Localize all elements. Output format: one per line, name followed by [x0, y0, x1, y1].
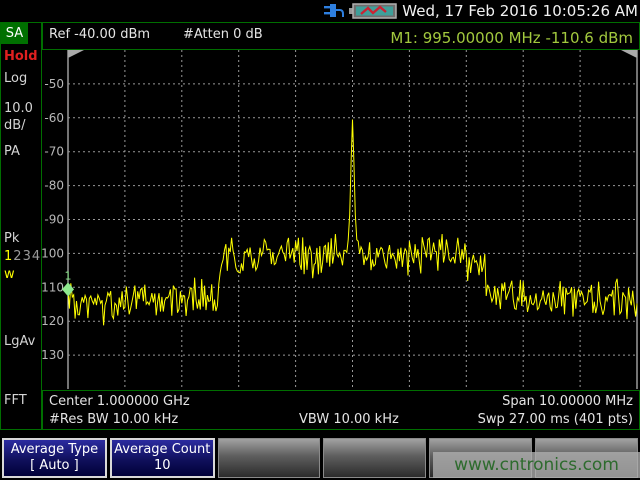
average-type-label: LgAv — [4, 334, 35, 349]
status-bar: Wed, 17 Feb 2016 10:05:26 AM — [0, 0, 640, 22]
trace-3-indicator: 3 — [23, 249, 32, 264]
marker-readout: M1: 995.00000 MHz -110.6 dBm — [390, 29, 633, 47]
center-frequency-label: Center 1.000000 GHz — [49, 394, 190, 409]
video-bw-label: VBW 10.00 kHz — [299, 412, 399, 427]
trace-numbers: 1234 — [4, 249, 41, 264]
y-axis-tick-label: -110 — [42, 280, 64, 294]
y-axis-tick-label: -120 — [42, 314, 64, 328]
softkey-value: 10 — [154, 458, 171, 474]
softkey-average-type[interactable]: Average Type [ Auto ] — [2, 438, 107, 478]
ac-plug-icon — [324, 2, 344, 20]
y-axis-tick-label: -50 — [44, 77, 64, 91]
softkey-empty-4 — [323, 438, 426, 478]
softkey-average-count[interactable]: Average Count 10 — [110, 438, 215, 478]
sweep-time-label: Swp 27.00 ms (401 pts) — [478, 412, 633, 427]
graticule-corner-right — [621, 50, 637, 58]
attenuation-label: #Atten 0 dB — [183, 27, 263, 42]
softkey-label: Average Type — [11, 442, 98, 458]
trace-2-indicator: 2 — [13, 249, 22, 264]
res-bw-label: #Res BW 10.00 kHz — [49, 412, 178, 427]
top-annotation-box: Ref -40.00 dBm #Atten 0 dB M1: 995.00000… — [42, 22, 640, 50]
span-label: Span 10.00000 MHz — [502, 394, 633, 409]
mode-badge: SA — [1, 23, 28, 44]
spectrum-plot: -50 -60 -70 -80 -90 -100 -110 -120 -130 1 — [42, 50, 640, 390]
softkey-value: [ Auto ] — [30, 458, 79, 474]
marker-1-number: 1 — [65, 269, 72, 282]
instrument-screen: Wed, 17 Feb 2016 10:05:26 AM SA Hold Log… — [0, 0, 640, 480]
detector-label: Pk — [4, 231, 19, 246]
scale-type-label: Log — [4, 71, 27, 86]
y-axis-tick-label: -130 — [42, 348, 64, 362]
bottom-annotation-box: Center 1.000000 GHz Span 10.00000 MHz #R… — [42, 390, 640, 430]
graticule-corner-left — [68, 50, 84, 58]
trace-4-indicator: 4 — [32, 249, 41, 264]
datetime-text: Wed, 17 Feb 2016 10:05:26 AM — [402, 2, 638, 20]
preamp-label: PA — [4, 144, 20, 159]
settings-sidebar: SA Hold Log 10.0 dB/ PA Pk 1234 w LgAv F… — [0, 22, 42, 430]
y-axis-tick-label: -70 — [44, 145, 64, 159]
y-axis-tick-label: -100 — [42, 246, 64, 260]
fft-label: FFT — [4, 393, 27, 408]
y-axis-tick-label: -60 — [44, 111, 64, 125]
battery-charging-icon — [348, 2, 398, 20]
watermark: www.cntronics.com — [433, 452, 640, 478]
softkey-label: Average Count — [114, 442, 210, 458]
sweep-state-label: Hold — [4, 49, 38, 64]
ref-level-label: Ref -40.00 dBm — [49, 27, 150, 42]
scale-unit-label: dB/ — [4, 118, 26, 133]
trace-state-label: w — [4, 267, 15, 282]
softkey-empty-3 — [218, 438, 321, 478]
y-axis-tick-label: -80 — [44, 179, 64, 193]
y-axis-tick-label: -90 — [44, 213, 64, 227]
trace-1-indicator: 1 — [4, 249, 13, 264]
scale-value-label: 10.0 — [4, 101, 33, 116]
